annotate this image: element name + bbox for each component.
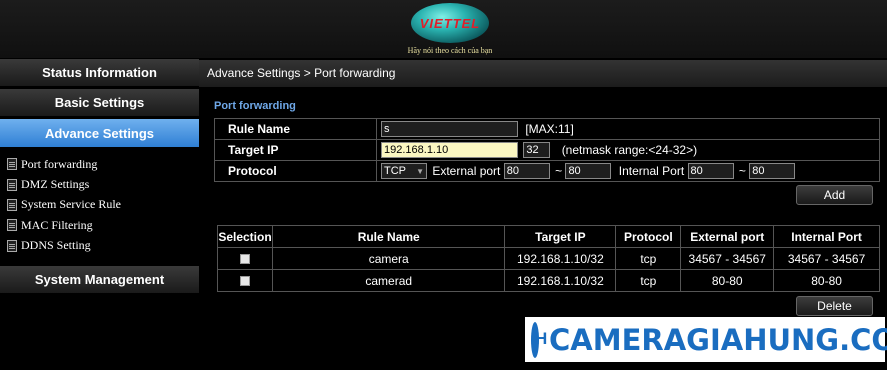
- selection-cell: [217, 247, 273, 270]
- port-forwarding-form: Rule Name s [MAX:11] Target IP 192.168.1…: [214, 118, 880, 182]
- target-ip-cell: 192.168.1.10/32: [504, 269, 617, 292]
- external-port-from-input[interactable]: 80: [503, 163, 550, 179]
- form-row-protocol: Protocol TCP ▼ External port 80 ~ 80 Int…: [214, 160, 880, 182]
- document-icon: [7, 158, 17, 171]
- submenu-item-label: MAC Filtering: [21, 217, 93, 232]
- column-header-target-ip: Target IP: [504, 225, 617, 248]
- menu-system-management[interactable]: System Management: [0, 265, 199, 294]
- column-header-selection: Selection: [217, 225, 273, 248]
- table-row: camera 192.168.1.10/32 tcp 34567 - 34567…: [217, 247, 880, 270]
- form-row-rule-name: Rule Name s [MAX:11]: [214, 118, 880, 140]
- document-icon: [7, 219, 17, 232]
- rule-name-label: Rule Name: [214, 118, 377, 140]
- submenu-item-dmz-settings[interactable]: DMZ Settings: [0, 174, 199, 194]
- column-header-protocol: Protocol: [615, 225, 682, 248]
- add-button[interactable]: Add: [796, 185, 873, 205]
- netmask-hint: (netmask range:<24-32>): [561, 143, 698, 157]
- internal-port-separator: ~: [738, 164, 746, 178]
- table-header-row: Selection Rule Name Target IP Protocol E…: [217, 225, 880, 248]
- internal-port-from-input[interactable]: 80: [687, 163, 734, 179]
- column-header-external-port: External port: [680, 225, 775, 248]
- internal-port-cell: 34567 - 34567: [773, 247, 880, 270]
- document-icon: [7, 178, 17, 191]
- menu-basic-settings[interactable]: Basic Settings: [0, 89, 199, 117]
- netmask-input[interactable]: 32: [523, 142, 551, 158]
- rules-table: Selection Rule Name Target IP Protocol E…: [217, 225, 880, 292]
- selection-cell: [217, 269, 273, 292]
- rule-name-input[interactable]: s: [381, 121, 518, 137]
- watermark-logo-icon: H: [531, 321, 547, 358]
- logo-emblem-icon: VIETTEL: [411, 3, 489, 43]
- header: VIETTEL Hãy nói theo cách của bạn: [0, 0, 887, 58]
- submenu-item-system-service-rule[interactable]: System Service Rule: [0, 195, 199, 215]
- menu-status-information[interactable]: Status Information: [0, 59, 199, 87]
- external-port-to-input[interactable]: 80: [565, 163, 612, 179]
- submenu-item-ddns-setting[interactable]: DDNS Setting: [0, 236, 199, 256]
- protocol-cell: TCP ▼ External port 80 ~ 80 Internal Por…: [376, 160, 880, 182]
- rule-name-cell: s [MAX:11]: [376, 118, 880, 140]
- watermark: H CAMERAGIAHUNG.COM: [525, 317, 887, 362]
- submenu-item-label: System Service Rule: [21, 197, 121, 212]
- table-row: camerad 192.168.1.10/32 tcp 80-80 80-80: [217, 269, 880, 292]
- viettel-logo[interactable]: VIETTEL Hãy nói theo cách của bạn: [405, 3, 495, 57]
- protocol-selected-value: TCP: [384, 165, 406, 177]
- target-ip-cell: 192.168.1.10/32: [504, 247, 617, 270]
- submenu-item-mac-filtering[interactable]: MAC Filtering: [0, 215, 199, 235]
- menu-advance-settings[interactable]: Advance Settings: [0, 119, 199, 148]
- document-icon: [7, 239, 17, 252]
- submenu-item-port-forwarding[interactable]: Port forwarding: [0, 154, 199, 174]
- sidebar: Status Information Basic Settings Advanc…: [0, 58, 199, 370]
- submenu-item-label: DDNS Setting: [21, 238, 91, 253]
- internal-port-cell: 80-80: [773, 269, 880, 292]
- protocol-select[interactable]: TCP ▼: [381, 163, 427, 179]
- internal-port-label: Internal Port: [618, 164, 685, 178]
- document-icon: [7, 198, 17, 211]
- column-header-internal-port: Internal Port: [773, 225, 880, 248]
- rule-name-cell: camera: [271, 247, 506, 270]
- watermark-text: CAMERAGIAHUNG.COM: [549, 322, 887, 357]
- external-port-separator: ~: [555, 164, 563, 178]
- logo-text: VIETTEL: [419, 16, 481, 31]
- target-ip-input[interactable]: 192.168.1.10: [381, 142, 518, 158]
- target-ip-cell: 192.168.1.10 32 (netmask range:<24-32>): [376, 139, 880, 161]
- target-ip-label: Target IP: [214, 139, 377, 161]
- rule-name-cell: camerad: [271, 269, 506, 292]
- logo-slogan: Hãy nói theo cách của bạn: [407, 46, 493, 55]
- submenu-item-label: Port forwarding: [21, 156, 98, 171]
- submenu-item-label: DMZ Settings: [21, 177, 90, 192]
- external-port-cell: 34567 - 34567: [680, 247, 775, 270]
- internal-port-to-input[interactable]: 80: [749, 163, 796, 179]
- row-select-checkbox[interactable]: [239, 254, 250, 265]
- breadcrumb: Advance Settings > Port forwarding: [199, 60, 887, 87]
- protocol-cell: tcp: [615, 269, 682, 292]
- form-row-target-ip: Target IP 192.168.1.10 32 (netmask range…: [214, 139, 880, 161]
- protocol-cell: tcp: [615, 247, 682, 270]
- chevron-down-icon: ▼: [416, 166, 424, 176]
- external-port-cell: 80-80: [680, 269, 775, 292]
- protocol-label: Protocol: [214, 160, 377, 182]
- rule-name-hint: [MAX:11]: [525, 122, 574, 136]
- row-select-checkbox[interactable]: [239, 276, 250, 287]
- section-title: Port forwarding: [214, 100, 296, 112]
- column-header-rule-name: Rule Name: [271, 225, 506, 248]
- delete-button[interactable]: Delete: [796, 296, 873, 316]
- external-port-label: External port: [432, 164, 501, 178]
- advance-settings-submenu: Port forwarding DMZ Settings System Serv…: [0, 148, 199, 266]
